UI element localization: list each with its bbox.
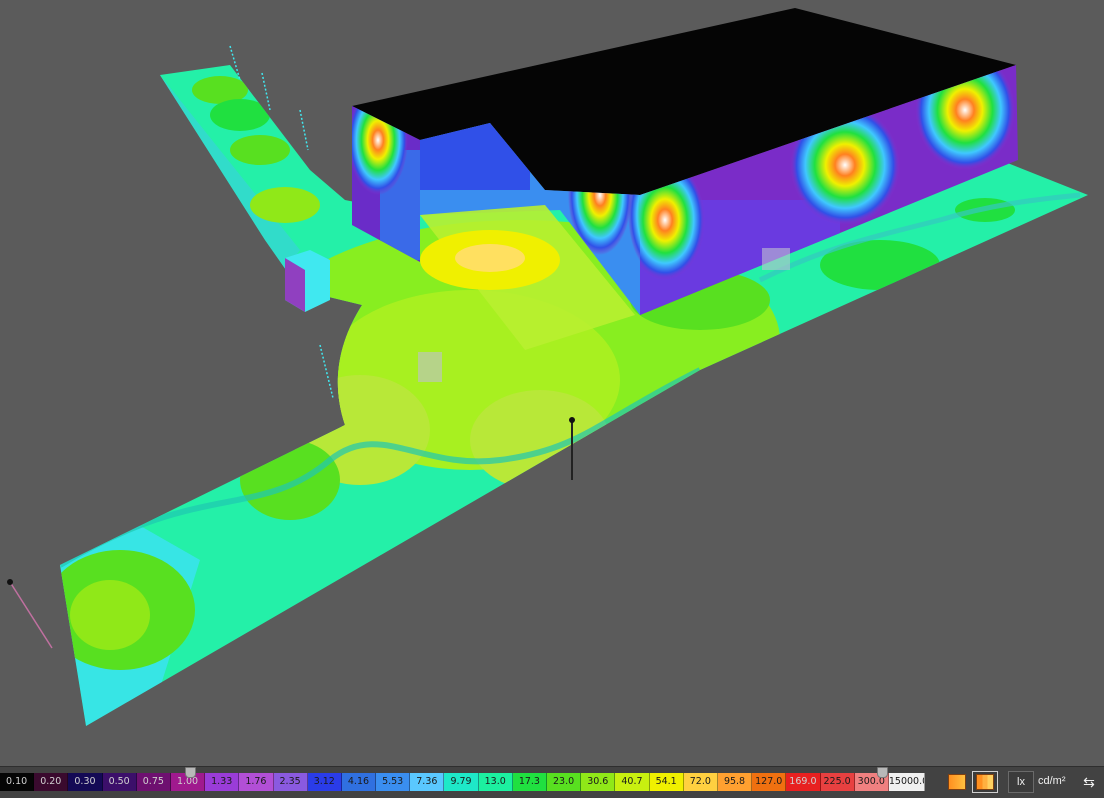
bottom-toolbar: 0.10 0.20 0.30 0.50 0.75 1.00 1.33 1.76 2.35 3.12… — [0, 766, 1104, 798]
lux-unit-button[interactable]: lx — [1008, 771, 1034, 793]
color-gradient-icon — [948, 774, 966, 790]
swap-icon: ⇆ — [1083, 773, 1095, 790]
scale-cell[interactable]: 15000.0 — [888, 773, 925, 791]
scale-cell[interactable]: 225.0 — [820, 773, 855, 791]
lux-label: lx — [1017, 776, 1025, 788]
scale-cell[interactable]: 1.33 — [205, 773, 240, 791]
scale-cell[interactable]: 0.30 — [68, 773, 103, 791]
scale-cell[interactable]: 5.53 — [376, 773, 411, 791]
scale-cell[interactable]: 30.6 — [581, 773, 616, 791]
scale-cell[interactable]: 13.0 — [478, 773, 513, 791]
scale-cell[interactable]: 17.3 — [512, 773, 547, 791]
object-marker — [418, 352, 442, 382]
object-marker-2 — [762, 248, 790, 270]
scale-cell[interactable]: 2.35 — [273, 773, 308, 791]
swap-button[interactable]: ⇆ — [1076, 771, 1102, 793]
color-gradient-button[interactable] — [944, 771, 970, 793]
color-bands-icon — [976, 774, 994, 790]
scale-cell[interactable]: 9.79 — [444, 773, 479, 791]
scale-cell[interactable]: 0.10 — [0, 773, 35, 791]
scale-cell[interactable]: 3.12 — [307, 773, 342, 791]
scale-cell[interactable]: 40.7 — [615, 773, 650, 791]
scale-cell[interactable]: 7.36 — [410, 773, 445, 791]
scale-cell[interactable]: 95.8 — [717, 773, 753, 791]
scale-cell[interactable]: 72.0 — [683, 773, 718, 791]
scale-cell[interactable]: 4.16 — [341, 773, 377, 791]
scale-cell[interactable]: 0.75 — [136, 773, 171, 791]
origin-marker — [9, 581, 53, 649]
scale-cell[interactable]: 23.0 — [547, 773, 582, 791]
scale-cell[interactable]: 1.76 — [239, 773, 274, 791]
scale-cell[interactable]: 0.50 — [102, 773, 137, 791]
3d-viewport[interactable] — [0, 0, 1104, 766]
max-value-handle[interactable] — [877, 767, 888, 778]
scale-cell[interactable]: 127.0 — [752, 773, 787, 791]
min-value-handle[interactable] — [185, 767, 196, 778]
scale-cell[interactable]: 0.20 — [34, 773, 69, 791]
scale-cell[interactable]: 169.0 — [786, 773, 821, 791]
false-color-scene — [7, 8, 1088, 726]
scale-cell[interactable]: 54.1 — [649, 773, 684, 791]
color-bands-button[interactable] — [972, 771, 998, 793]
luminance-unit-label[interactable]: cd/m² — [1038, 775, 1066, 787]
false-color-scale[interactable]: 0.10 0.20 0.30 0.50 0.75 1.00 1.33 1.76 2.35 3.12… — [0, 773, 925, 791]
